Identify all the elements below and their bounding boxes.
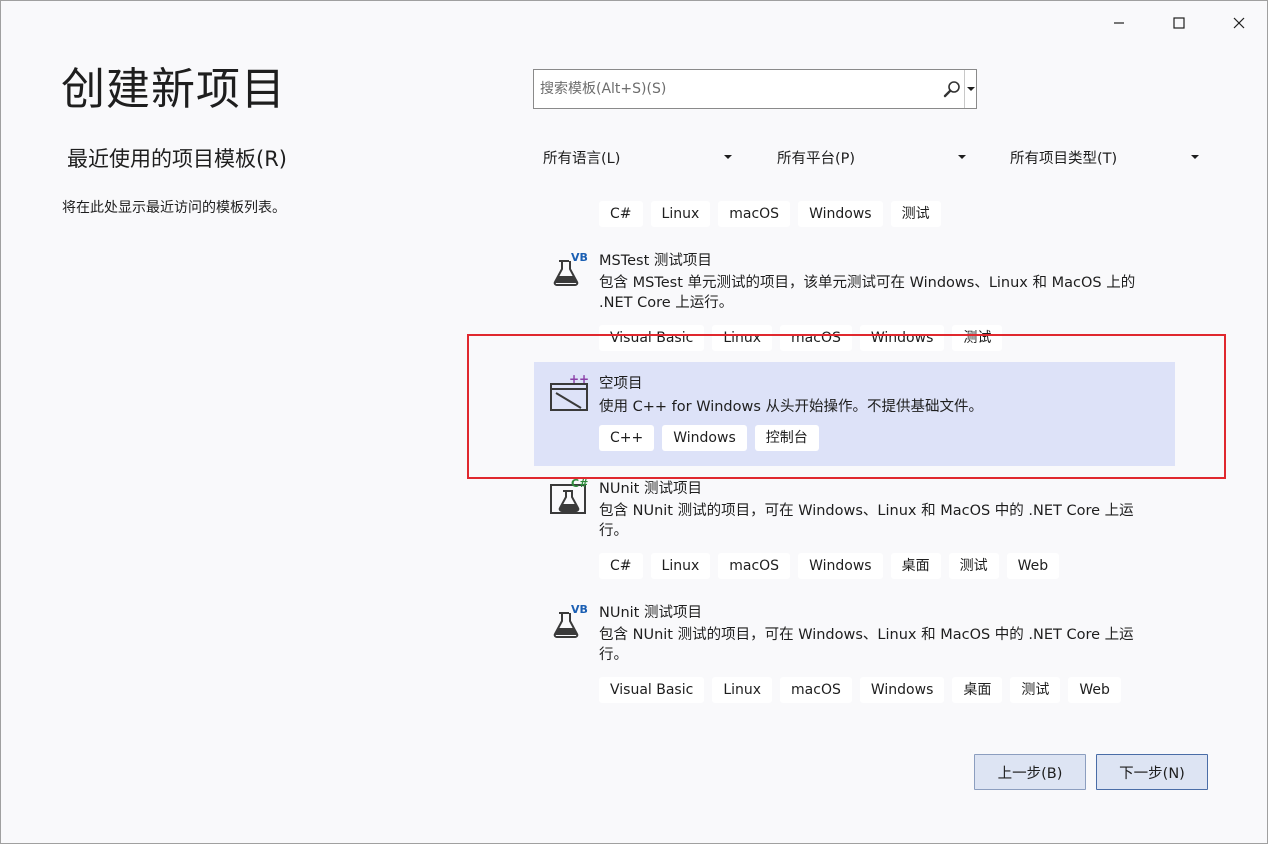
vb-test-flask-icon: VB [549,249,589,289]
language-filter-dropdown[interactable]: 所有语言(L) [534,141,740,173]
template-tag: Linux [650,553,711,579]
template-tag: Web [1006,553,1060,579]
template-tag: Windows [798,201,883,227]
template-tags: C# Linux macOS Windows 桌面 测试 Web [599,553,1060,579]
template-tag: Windows [859,325,945,351]
recent-templates-heading: 最近使用的项目模板(R) [67,147,287,171]
template-description: 包含 MSTest 单元测试的项目，该单元测试可在 Windows、Linux … [599,275,1136,311]
template-search-box [533,69,977,109]
maximize-icon[interactable] [1159,9,1199,37]
template-name: NUnit 测试项目 [599,481,702,497]
search-icon[interactable] [942,80,962,100]
template-tag: Windows [859,677,945,703]
template-description: 包含 NUnit 测试的项目，可在 Windows、Linux 和 MacOS … [599,627,1134,663]
template-tag: Visual Basic [599,325,705,351]
svg-text:VB: VB [571,251,588,264]
page-title: 创建新项目 [61,64,286,115]
template-list-item[interactable]: VB MSTest 测试项目 包含 MSTest 单元测试的项目，该单元测试可在… [534,241,1175,361]
template-tag: macOS [718,201,791,227]
template-tag: 测试 [1010,677,1061,703]
template-tag: 测试 [890,201,941,227]
platform-filter-dropdown[interactable]: 所有平台(P) [768,141,974,173]
template-tag: 测试 [952,325,1003,351]
template-tag: 控制台 [754,425,819,451]
template-list-item[interactable]: C# NUnit 测试项目 包含 NUnit 测试的项目，可在 Windows、… [534,475,1175,589]
template-description: 包含 NUnit 测试的项目，可在 Windows、Linux 和 MacOS … [599,503,1134,539]
minimize-icon[interactable] [1099,9,1139,37]
template-tag: C# [599,553,643,579]
project-type-filter-label: 所有项目类型(T) [1010,150,1118,167]
project-type-filter-dropdown[interactable]: 所有项目类型(T) [1001,141,1207,173]
template-list-item[interactable]: C# Linux macOS Windows 测试 [534,197,1175,237]
svg-text:VB: VB [571,603,588,616]
template-list-item[interactable]: VB NUnit 测试项目 包含 NUnit 测试的项目，可在 Windows、… [534,599,1175,715]
template-tag: Linux [712,325,773,351]
cpp-empty-project-icon: ++ [549,372,589,412]
template-tag: C++ [599,425,655,451]
search-input[interactable] [534,70,940,108]
template-description: 使用 C++ for Windows 从头开始操作。不提供基础文件。 [599,399,984,415]
back-button[interactable]: 上一步(B) [974,754,1086,790]
template-tag: 测试 [948,553,999,579]
chevron-down-icon [958,155,966,159]
list-scroll-fade [534,719,1175,729]
template-list-item-selected[interactable]: ++ 空项目 使用 C++ for Windows 从头开始操作。不提供基础文件… [534,362,1175,466]
template-name: 空项目 [599,376,643,392]
recent-templates-empty-text: 将在此处显示最近访问的模板列表。 [62,200,286,216]
template-tags: Visual Basic Linux macOS Windows 测试 [599,325,1003,351]
language-filter-label: 所有语言(L) [543,150,621,167]
template-tag: macOS [780,325,852,351]
template-tag: macOS [780,677,852,703]
search-divider [964,70,965,108]
template-tag: Linux [650,201,711,227]
create-project-window: 创建新项目 最近使用的项目模板(R) 将在此处显示最近访问的模板列表。 所有语言… [0,0,1268,844]
vb-test-flask-icon: VB [549,601,589,641]
template-tag: Windows [662,425,747,451]
template-tag: Web [1068,677,1121,703]
template-list: C# Linux macOS Windows 测试 VB MSTest 测试项目… [534,197,1175,727]
template-tags: Visual Basic Linux macOS Windows 桌面 测试 W… [599,677,1121,703]
template-name: MSTest 测试项目 [599,253,712,269]
chevron-down-icon [724,155,732,159]
template-tag: C# [599,201,643,227]
search-history-dropdown[interactable] [966,70,976,108]
svg-text:C#: C# [571,477,588,490]
chevron-down-icon [967,87,975,91]
svg-text:++: ++ [569,372,589,386]
template-tag: 桌面 [952,677,1003,703]
chevron-down-icon [1191,155,1199,159]
close-icon[interactable] [1219,9,1259,37]
template-tags: C# Linux macOS Windows 测试 [599,201,941,227]
template-tag: 桌面 [890,553,941,579]
csharp-test-flask-icon: C# [549,477,589,517]
next-button[interactable]: 下一步(N) [1096,754,1208,790]
platform-filter-label: 所有平台(P) [777,150,856,167]
template-tag: Visual Basic [599,677,705,703]
template-tag: Windows [798,553,883,579]
template-tag: macOS [718,553,791,579]
template-name: NUnit 测试项目 [599,605,702,621]
template-tags: C++ Windows 控制台 [599,425,819,451]
template-tag: Linux [712,677,773,703]
